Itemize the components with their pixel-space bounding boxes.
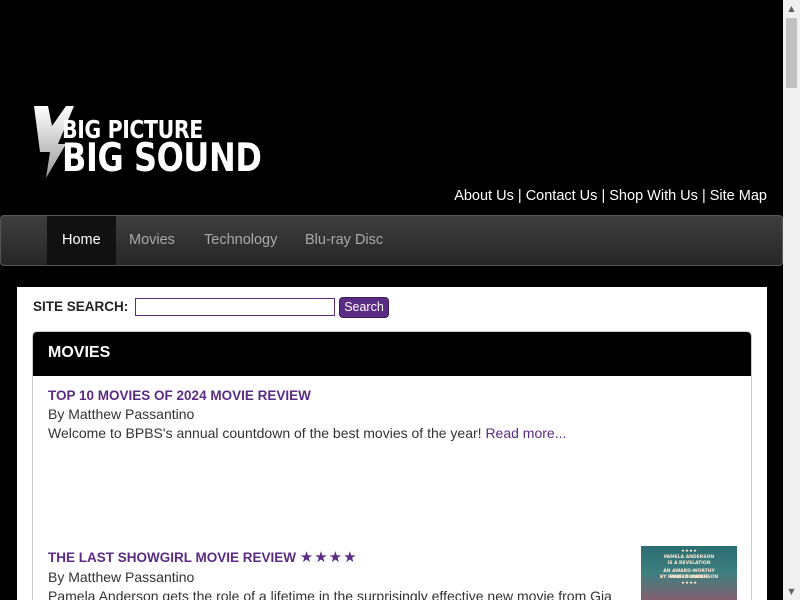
article-byline: By Matthew Passantino (48, 406, 195, 422)
link-separator: | (701, 188, 706, 204)
read-more-link[interactable]: Read more... (485, 425, 566, 441)
article-title-link[interactable]: TOP 10 MOVIES OF 2024 MOVIE REVIEW (48, 388, 566, 403)
search-button[interactable]: Search (339, 297, 389, 318)
article-byline: By Matthew Passantino (48, 569, 195, 585)
article-summary-text: Welcome to BPBS's annual countdown of th… (48, 425, 482, 441)
article-title-row: THE LAST SHOWGIRL MOVIE REVIEW ★★★★ (48, 548, 612, 566)
poster-text: PAMELA ANDERSON (663, 555, 715, 560)
site-header: BIG PICTURE BIG SOUND About Us | Contact… (0, 0, 783, 215)
logo-line-2: BIG SOUND (62, 136, 262, 181)
site-map-link[interactable]: Site Map (710, 188, 767, 204)
poster-text: IS A REVELATION (667, 561, 711, 566)
nav-blu-ray-disc[interactable]: Blu-ray Disc (290, 216, 398, 265)
article-item: THE LAST SHOWGIRL MOVIE REVIEW ★★★★ By M… (48, 548, 612, 600)
article-summary: Pamela Anderson gets the role of a lifet… (48, 588, 612, 600)
vertical-scrollbar[interactable]: ▲ ▼ (783, 0, 800, 600)
poster-text: BY PAMELA ANDERSON (659, 575, 719, 580)
article-title-link[interactable]: THE LAST SHOWGIRL MOVIE REVIEW (48, 550, 296, 565)
nav-technology[interactable]: Technology (189, 216, 292, 265)
movies-panel: MOVIES TOP 10 MOVIES OF 2024 MOVIE REVIE… (32, 331, 752, 600)
link-separator: | (601, 188, 606, 204)
site-search-label: SITE SEARCH: (33, 299, 129, 314)
main-nav: Home Movies Technology Blu-ray Disc (0, 215, 783, 266)
nav-home[interactable]: Home (47, 216, 116, 265)
poster-text: ★★★★ (680, 549, 698, 554)
main-content: SITE SEARCH: Search MOVIES TOP 10 MOVIES… (17, 287, 767, 600)
panel-title: MOVIES (33, 332, 751, 376)
article-item: TOP 10 MOVIES OF 2024 MOVIE REVIEW By Ma… (48, 388, 566, 441)
nav-movies[interactable]: Movies (114, 216, 190, 265)
article-summary: Welcome to BPBS's annual countdown of th… (48, 425, 566, 441)
about-us-link[interactable]: About Us (454, 188, 514, 204)
scroll-up-arrow-icon[interactable]: ▲ (783, 0, 800, 17)
contact-us-link[interactable]: Contact Us (526, 188, 598, 204)
movie-poster-image[interactable]: ★★★★ PAMELA ANDERSON IS A REVELATION AN … (641, 546, 737, 600)
site-search-input[interactable] (135, 298, 335, 316)
scrollbar-thumb[interactable] (786, 18, 797, 88)
site-logo[interactable]: BIG PICTURE BIG SOUND (32, 102, 262, 181)
link-separator: | (517, 188, 522, 204)
shop-with-us-link[interactable]: Shop With Us (609, 188, 698, 204)
top-links: About Us | Contact Us | Shop With Us | S… (454, 188, 767, 204)
scroll-down-arrow-icon[interactable]: ▼ (783, 583, 800, 600)
rating-stars: ★★★★ (299, 548, 358, 566)
poster-text: ★★★★ (680, 581, 698, 586)
